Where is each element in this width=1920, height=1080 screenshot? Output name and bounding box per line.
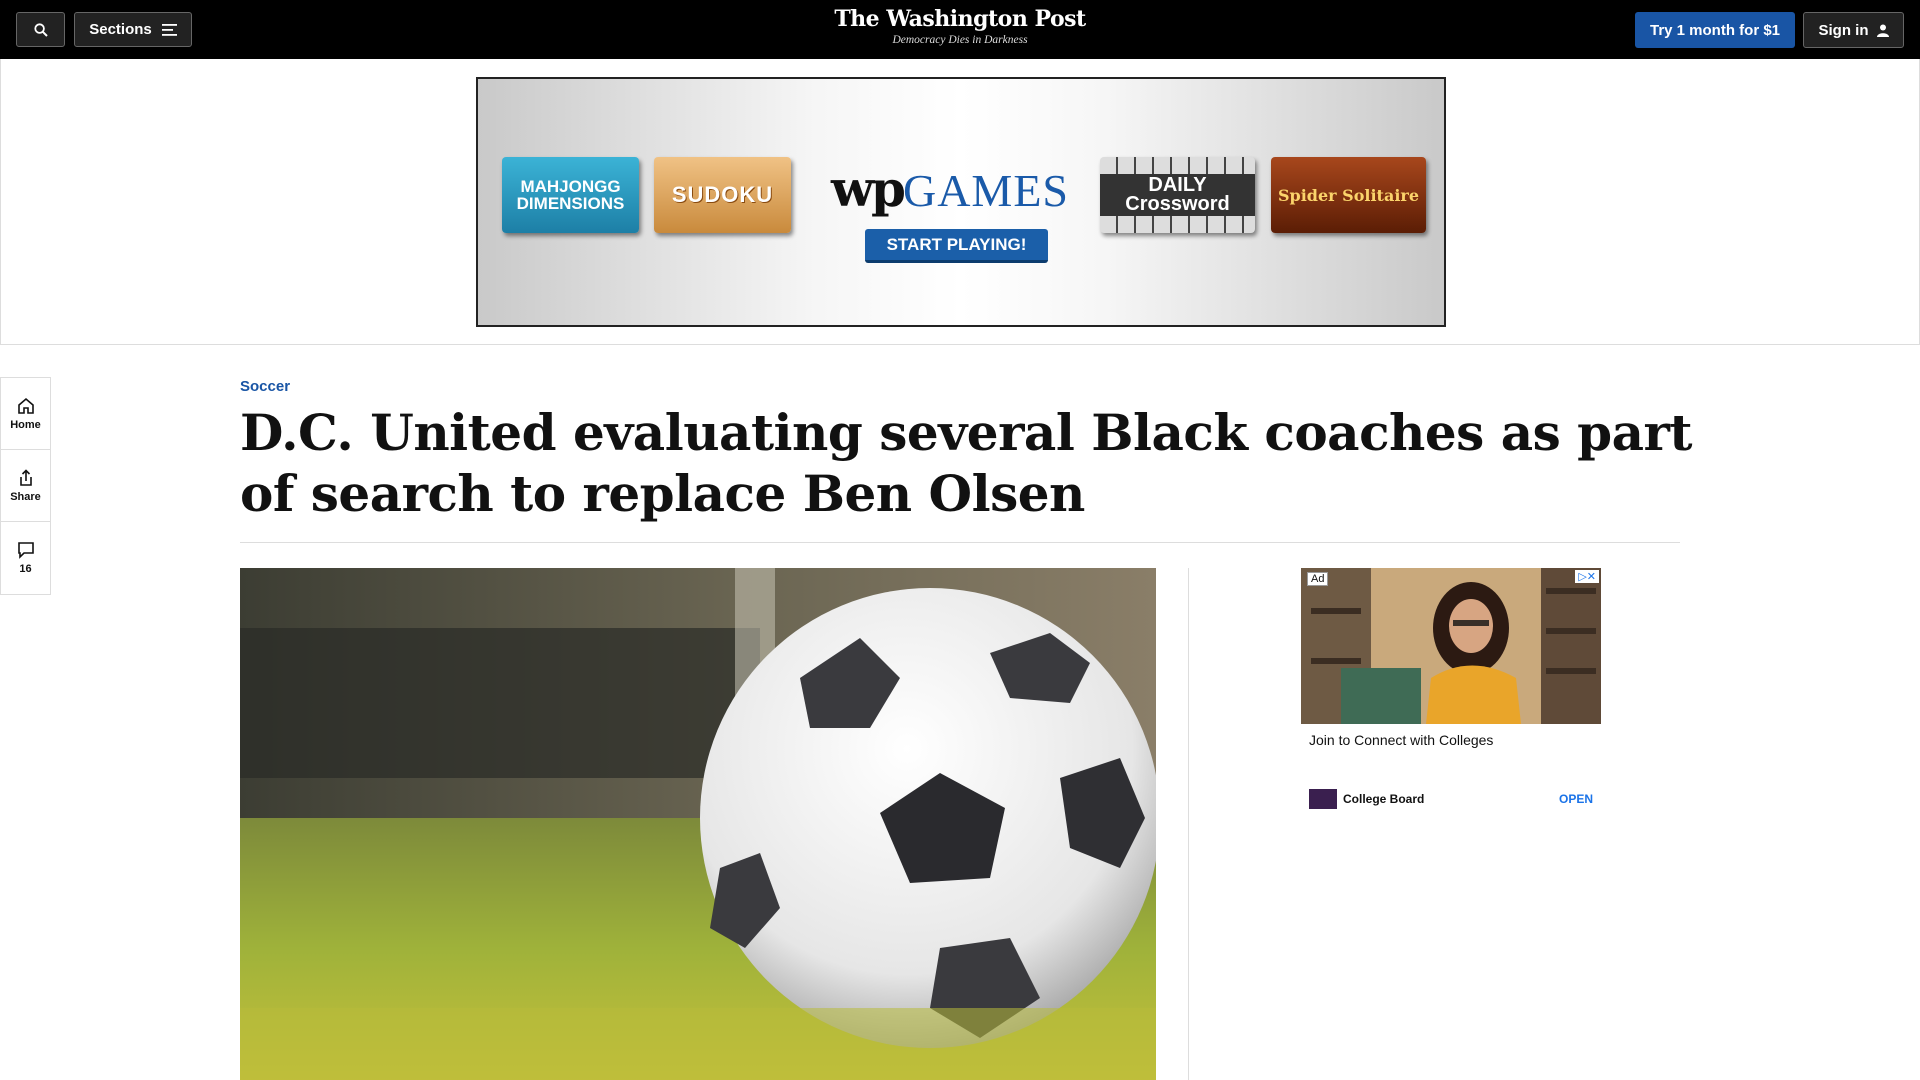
college-board-ad[interactable]: Ad ▷✕ Join to Connect with Colleges Coll…	[1301, 568, 1601, 823]
site-logo[interactable]: The Washington Post	[760, 6, 1160, 32]
ad-image	[1301, 568, 1601, 724]
search-button[interactable]	[16, 12, 65, 47]
ad-brand-name: College Board	[1343, 792, 1425, 806]
sudoku-tile: SUDOKU	[654, 157, 791, 233]
spider-solitaire-tile: Spider Solitaire	[1271, 157, 1426, 233]
user-icon	[1876, 24, 1889, 37]
rail-share-label: Share	[10, 490, 41, 503]
signin-button[interactable]: Sign in	[1803, 12, 1904, 48]
article-hero-image	[240, 568, 1156, 1080]
site-tagline: Democracy Dies in Darkness	[892, 34, 1028, 46]
home-icon	[17, 397, 34, 414]
column-divider	[1188, 568, 1189, 1080]
menu-icon	[161, 23, 177, 36]
masthead[interactable]: The Washington Post Democracy Dies in Da…	[760, 6, 1160, 46]
games-wordmark: GAMES	[902, 165, 1070, 216]
crossword-tile-label: DAILY Crossword	[1100, 174, 1255, 216]
subscribe-button[interactable]: Try 1 month for $1	[1635, 12, 1795, 48]
share-icon	[19, 468, 32, 486]
mahjongg-tile: MAHJONGG DIMENSIONS	[502, 157, 639, 233]
soccer-ball-photo	[240, 568, 1156, 1080]
wp-logo-mark: wp	[830, 159, 906, 218]
ad-cta-text[interactable]: Join to Connect with Colleges	[1309, 732, 1493, 748]
rail-comments-count: 16	[19, 563, 32, 575]
ad-label: Ad	[1307, 572, 1329, 586]
wp-games-banner-ad[interactable]: MAHJONGG DIMENSIONS SUDOKU wpGAMES START…	[476, 77, 1446, 327]
start-playing-button[interactable]: START PLAYING!	[865, 229, 1048, 263]
headline-divider	[240, 542, 1680, 543]
rail-share-button[interactable]: Share	[1, 450, 50, 522]
college-board-logo	[1309, 789, 1337, 809]
sections-label: Sections	[89, 21, 152, 38]
ad-choices-close-icon[interactable]: ▷✕	[1575, 570, 1599, 583]
comment-icon	[17, 542, 34, 559]
student-photo	[1301, 568, 1601, 724]
signin-label: Sign in	[1818, 21, 1869, 39]
sections-button[interactable]: Sections	[74, 12, 192, 47]
ad-brand-row: College Board OPEN	[1309, 788, 1593, 810]
article-headline: D.C. United evaluating several Black coa…	[240, 403, 1692, 523]
section-kicker-link[interactable]: Soccer	[240, 378, 290, 395]
top-ad-region: MAHJONGG DIMENSIONS SUDOKU wpGAMES START…	[0, 59, 1920, 345]
top-header: Sections The Washington Post Democracy D…	[0, 0, 1920, 59]
rail-home-label: Home	[10, 418, 41, 431]
rail-comments-button[interactable]: 16	[1, 522, 50, 594]
left-action-rail: Home Share 16	[0, 377, 51, 595]
wp-games-logo: wpGAMES	[830, 159, 1070, 218]
search-icon	[33, 22, 48, 37]
crossword-tile: DAILY Crossword	[1100, 157, 1255, 233]
rail-home-button[interactable]: Home	[1, 378, 50, 450]
ad-open-button[interactable]: OPEN	[1559, 792, 1593, 806]
